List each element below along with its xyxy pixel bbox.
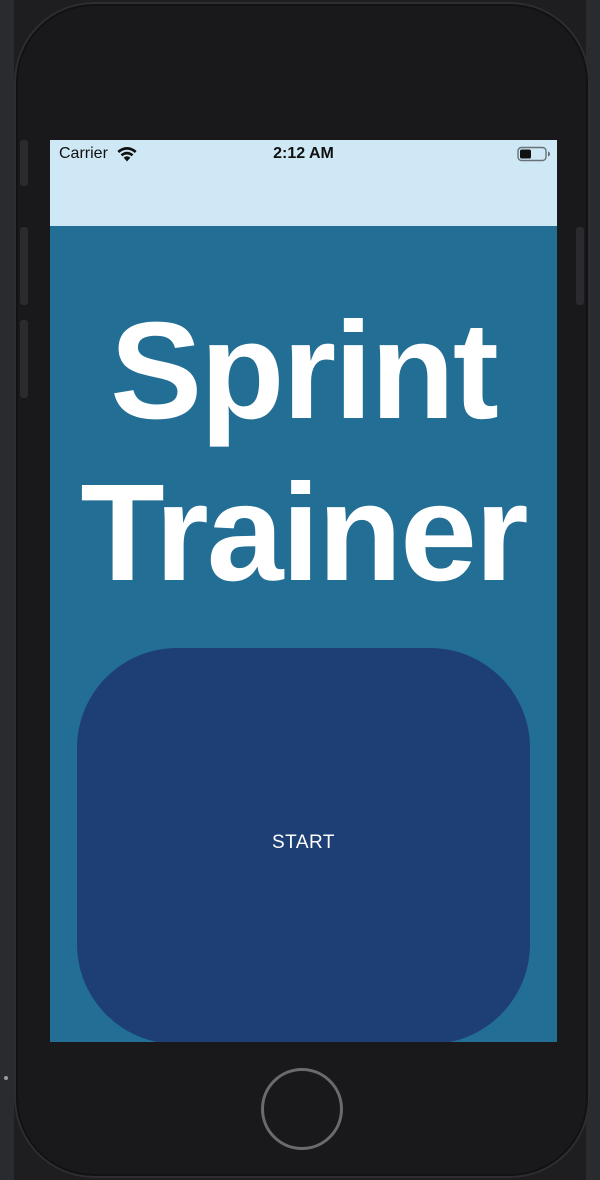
battery-icon <box>517 146 550 162</box>
app-screen: Carrier 2:12 AM Sprint Trainer START <box>50 140 557 1042</box>
simulator-window: Carrier 2:12 AM Sprint Trainer START <box>0 0 600 1180</box>
mute-switch[interactable] <box>20 140 28 186</box>
volume-up-button[interactable] <box>20 227 28 305</box>
status-bar: Carrier 2:12 AM <box>50 140 557 226</box>
desktop-background-left <box>0 0 14 1180</box>
app-title: Sprint Trainer <box>80 294 528 610</box>
volume-down-button[interactable] <box>20 320 28 398</box>
desktop-indicator-dot <box>4 1076 8 1080</box>
home-button-icon[interactable] <box>261 1068 343 1150</box>
start-button[interactable]: START <box>77 648 530 1042</box>
status-time: 2:12 AM <box>273 145 334 162</box>
start-button-label: START <box>271 832 336 853</box>
power-button[interactable] <box>576 227 584 305</box>
